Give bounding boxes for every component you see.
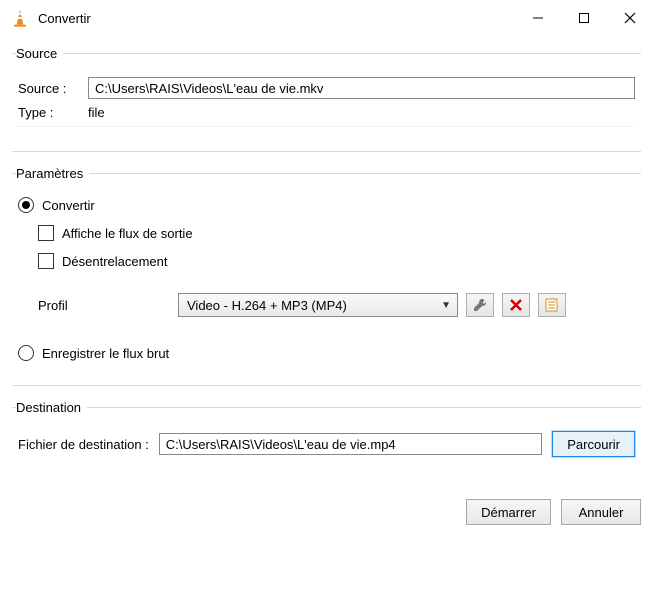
- chevron-down-icon: ▼: [441, 300, 451, 311]
- deinterlace-label: Désentrelacement: [62, 254, 168, 269]
- profile-label: Profil: [38, 298, 178, 313]
- show-output-checkbox[interactable]: Affiche le flux de sortie: [38, 225, 193, 241]
- show-output-label: Affiche le flux de sortie: [62, 226, 193, 241]
- destination-file-label: Fichier de destination :: [18, 437, 149, 452]
- wrench-icon: [472, 297, 488, 313]
- minimize-button[interactable]: [515, 2, 561, 34]
- dump-raw-label: Enregistrer le flux brut: [42, 346, 169, 361]
- close-button[interactable]: [607, 2, 653, 34]
- vlc-cone-icon: [10, 8, 30, 28]
- parameters-legend: Paramètres: [16, 166, 89, 181]
- destination-legend: Destination: [16, 400, 87, 415]
- edit-profile-button[interactable]: [466, 293, 494, 317]
- new-profile-button[interactable]: [538, 293, 566, 317]
- source-legend: Source: [16, 46, 63, 61]
- source-input[interactable]: [88, 77, 635, 99]
- delete-profile-button[interactable]: [502, 293, 530, 317]
- checkbox-box-icon: [38, 253, 54, 269]
- dump-raw-radio[interactable]: Enregistrer le flux brut: [18, 345, 169, 361]
- start-button[interactable]: Démarrer: [466, 499, 551, 525]
- deinterlace-checkbox[interactable]: Désentrelacement: [38, 253, 168, 269]
- checkbox-box-icon: [38, 225, 54, 241]
- cancel-button[interactable]: Annuler: [561, 499, 641, 525]
- source-label: Source :: [18, 81, 88, 96]
- convert-radio-label: Convertir: [42, 198, 95, 213]
- maximize-button[interactable]: [561, 2, 607, 34]
- browse-button[interactable]: Parcourir: [552, 431, 635, 457]
- profile-value: Video - H.264 + MP3 (MP4): [187, 298, 347, 313]
- radio-dot-icon: [18, 197, 34, 213]
- source-group: Source Source : Type : file: [12, 46, 641, 152]
- delete-x-icon: [509, 298, 523, 312]
- destination-file-input[interactable]: [159, 433, 542, 455]
- type-label: Type :: [18, 105, 88, 120]
- type-value: file: [88, 105, 105, 120]
- parameters-group: Paramètres Convertir Affiche le flux de …: [12, 166, 641, 386]
- profile-select[interactable]: Video - H.264 + MP3 (MP4) ▼: [178, 293, 458, 317]
- window-title: Convertir: [38, 11, 91, 26]
- titlebar: Convertir: [0, 0, 653, 36]
- convert-radio[interactable]: Convertir: [18, 197, 95, 213]
- dialog-footer: Démarrer Annuler: [0, 493, 653, 525]
- radio-dot-icon: [18, 345, 34, 361]
- destination-group: Destination Fichier de destination : Par…: [12, 400, 641, 467]
- new-document-icon: [544, 297, 560, 313]
